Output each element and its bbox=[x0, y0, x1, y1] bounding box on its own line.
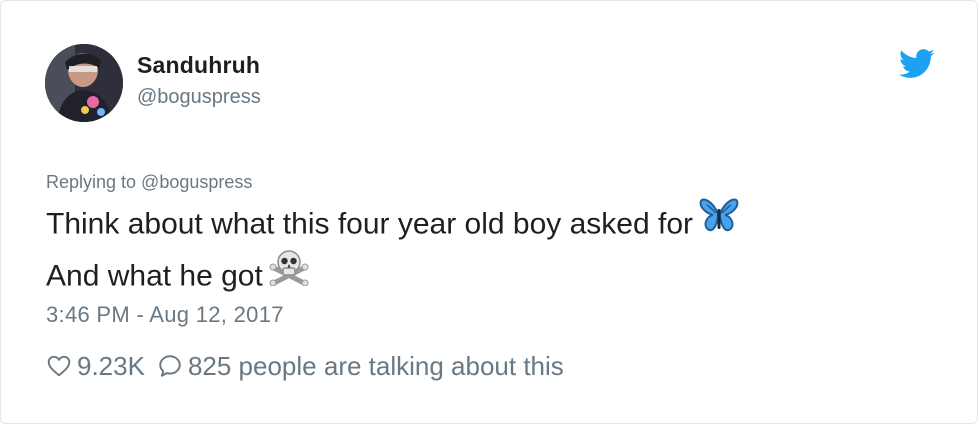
tweet-line-2-text: And what he got bbox=[46, 259, 263, 293]
butterfly-emoji-icon bbox=[699, 197, 739, 248]
avatar[interactable] bbox=[45, 44, 123, 122]
user-name[interactable]: Sanduhruh bbox=[137, 52, 260, 79]
tweet-line-1-text: Think about what this four year old boy … bbox=[46, 207, 694, 241]
user-handle[interactable]: @boguspress bbox=[137, 86, 261, 109]
tweet-stats: 9.23K 825 people are talking about this bbox=[46, 348, 564, 384]
tweet-line-2: And what he got bbox=[46, 248, 946, 304]
avatar-photo bbox=[45, 44, 123, 122]
tweet-text: Think about what this four year old boy … bbox=[46, 197, 946, 304]
skull-crossbones-emoji-icon bbox=[269, 248, 309, 301]
heart-icon[interactable] bbox=[46, 353, 72, 379]
replies-text[interactable]: 825 people are talking about this bbox=[188, 351, 564, 382]
tweet-card: Sanduhruh @boguspress Replying to @bogus… bbox=[0, 0, 978, 424]
replying-to[interactable]: Replying to @boguspress bbox=[46, 172, 252, 193]
like-count[interactable]: 9.23K bbox=[77, 351, 145, 382]
twitter-bird-icon[interactable] bbox=[899, 49, 935, 79]
reply-bubble-icon[interactable] bbox=[157, 353, 183, 379]
tweet-line-1: Think about what this four year old boy … bbox=[46, 197, 946, 251]
tweet-timestamp[interactable]: 3:46 PM - Aug 12, 2017 bbox=[46, 302, 284, 328]
